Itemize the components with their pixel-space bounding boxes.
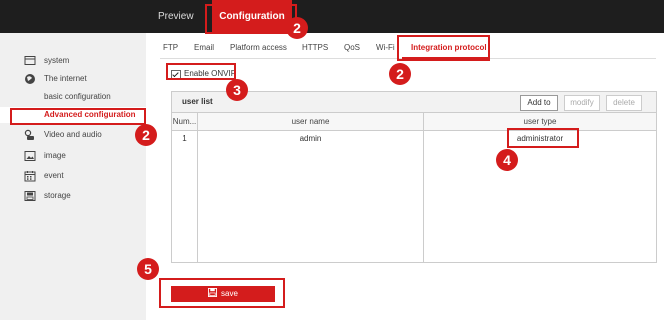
subtab-integration-protocol[interactable]: Integration protocol	[411, 40, 487, 56]
sidebar-item-storage[interactable]: storage	[0, 188, 146, 204]
callout-badge: 4	[496, 149, 518, 171]
image-icon	[24, 151, 36, 161]
subtab-platform-access[interactable]: Platform access	[230, 40, 287, 56]
tab-configuration[interactable]: Configuration	[212, 0, 292, 33]
column-header-user-type: user type	[424, 113, 656, 131]
sidebar-item-label: basic configuration	[44, 92, 111, 101]
callout-badge: 2	[286, 17, 308, 39]
subtab-https[interactable]: HTTPS	[302, 40, 328, 56]
callout-badge: 5	[137, 258, 159, 280]
table-row[interactable]: 1 admin administrator	[172, 130, 656, 148]
callout-badge: 2	[389, 63, 411, 85]
user-list-panel: user list Add to modify delete Num... us…	[171, 91, 657, 263]
save-label: save	[221, 289, 238, 298]
sidebar-item-video-audio[interactable]: Video and audio	[0, 127, 146, 143]
sidebar-item-label: storage	[44, 191, 71, 200]
disk-icon	[24, 191, 36, 201]
top-navigation-bar: Preview Configuration	[0, 0, 664, 33]
sidebar-item-event[interactable]: event	[0, 168, 146, 184]
sidebar-item-label: event	[44, 171, 64, 180]
callout-badge: 3	[226, 79, 248, 101]
sidebar-item-internet[interactable]: The internet	[0, 71, 146, 87]
subtab-ftp[interactable]: FTP	[163, 40, 178, 56]
column-header-user-name: user name	[198, 113, 423, 131]
sidebar-item-label: The internet	[44, 74, 87, 83]
subtab-wifi[interactable]: Wi-Fi	[376, 40, 395, 56]
save-icon	[208, 288, 218, 297]
camera-icon	[24, 129, 34, 140]
modify-user-button[interactable]: modify	[564, 95, 600, 111]
calendar-icon	[24, 171, 36, 182]
enable-onvif-checkbox[interactable]	[171, 70, 181, 80]
table-cell-user-type: administrator	[516, 134, 564, 143]
globe-icon	[25, 74, 35, 84]
sidebar: system The internet basic configuration …	[0, 33, 146, 320]
subtab-qos[interactable]: QoS	[344, 40, 360, 56]
callout-badge: 2	[135, 124, 157, 146]
tab-preview[interactable]: Preview	[158, 0, 198, 33]
sidebar-item-image[interactable]: image	[0, 148, 146, 164]
sidebar-item-system[interactable]: system	[0, 53, 146, 69]
sidebar-item-advanced-configuration[interactable]: Advanced configuration	[0, 107, 146, 123]
subtab-active-indicator	[402, 57, 488, 59]
sidebar-item-label: Video and audio	[44, 130, 102, 139]
sidebar-item-basic-configuration[interactable]: basic configuration	[0, 89, 146, 105]
column-header-number: Num...	[172, 113, 197, 131]
sidebar-item-label: Advanced configuration	[44, 110, 136, 119]
sidebar-item-label: image	[44, 151, 66, 160]
sidebar-item-label: system	[44, 56, 70, 65]
add-user-button[interactable]: Add to	[520, 95, 558, 111]
user-list-title: user list	[182, 97, 213, 106]
subtab-email[interactable]: Email	[194, 40, 214, 56]
enable-onvif-label: Enable ONVIF	[184, 69, 236, 78]
delete-user-button[interactable]: delete	[606, 95, 642, 111]
table-cell-number: 1	[182, 134, 187, 143]
monitor-icon	[24, 56, 36, 65]
table-cell-user-name: admin	[299, 134, 322, 143]
save-button[interactable]: save	[171, 286, 275, 302]
